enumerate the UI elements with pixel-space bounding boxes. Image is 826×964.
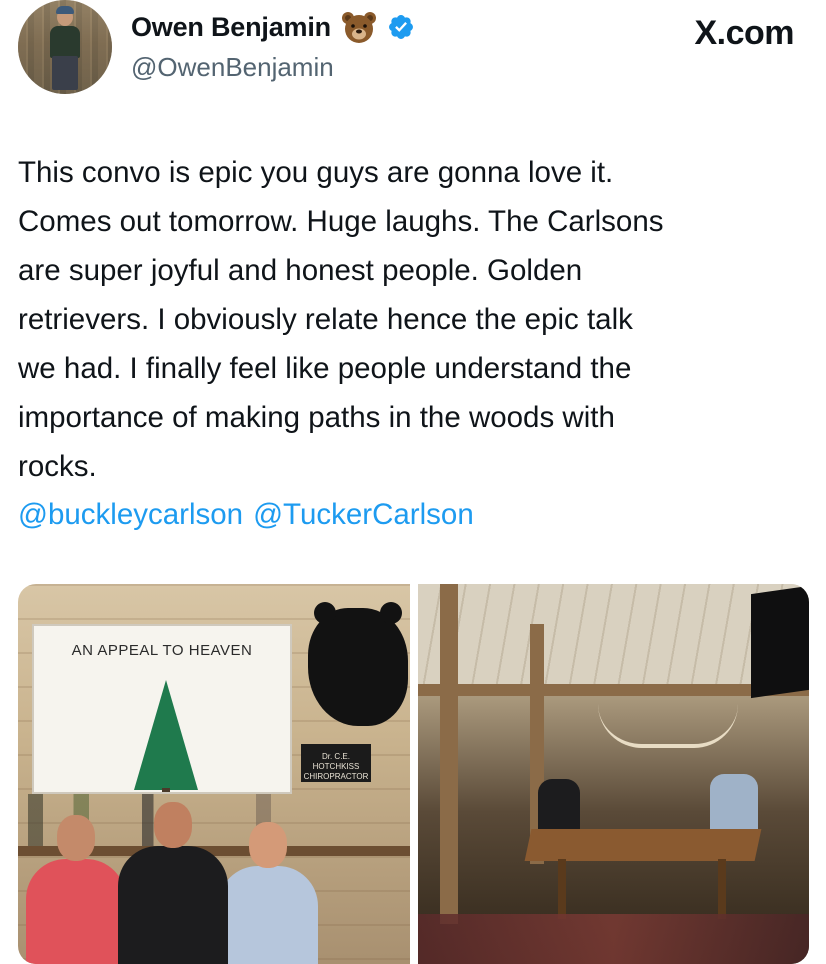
person-right <box>218 822 318 964</box>
display-name[interactable]: Owen Benjamin <box>131 12 331 43</box>
mention-link[interactable]: @TuckerCarlson <box>253 490 474 539</box>
table <box>524 829 761 861</box>
rug <box>417 914 809 964</box>
studio-softbox <box>751 585 809 699</box>
mention-link[interactable]: @buckleycarlson <box>18 490 243 539</box>
mounted-bear-head <box>308 602 408 726</box>
person-center <box>118 802 228 964</box>
antler-chandelier <box>597 704 738 748</box>
avatar-person <box>48 6 82 90</box>
pine-tree-icon <box>134 680 198 790</box>
person-left <box>26 815 126 964</box>
flag-text: AN APPEAL TO HEAVEN <box>71 642 253 659</box>
flag-banner: AN APPEAL TO HEAVEN <box>32 624 292 794</box>
avatar[interactable] <box>18 0 112 94</box>
tweet-text: This convo is epic you guys are gonna lo… <box>18 156 664 483</box>
sign-text: Dr. C.E. HOTCHKISS CHIROPRACTOR <box>303 752 369 781</box>
media-photo[interactable]: AN APPEAL TO HEAVEN Dr. C.E. HOTCHKISS C… <box>18 584 410 964</box>
chiropractor-sign: Dr. C.E. HOTCHKISS CHIROPRACTOR <box>301 744 371 782</box>
user-handle[interactable]: @OwenBenjamin <box>131 52 334 83</box>
verified-badge-icon <box>387 13 415 41</box>
bear-face-icon <box>341 10 377 44</box>
post-left <box>439 584 458 924</box>
site-label: X.com <box>694 14 794 52</box>
media-grid: AN APPEAL TO HEAVEN Dr. C.E. HOTCHKISS C… <box>18 584 809 964</box>
name-row: Owen Benjamin <box>131 10 415 44</box>
media-photo[interactable] <box>417 584 809 964</box>
tweet-mentions: @buckleycarlson @TuckerCarlson <box>18 490 474 539</box>
